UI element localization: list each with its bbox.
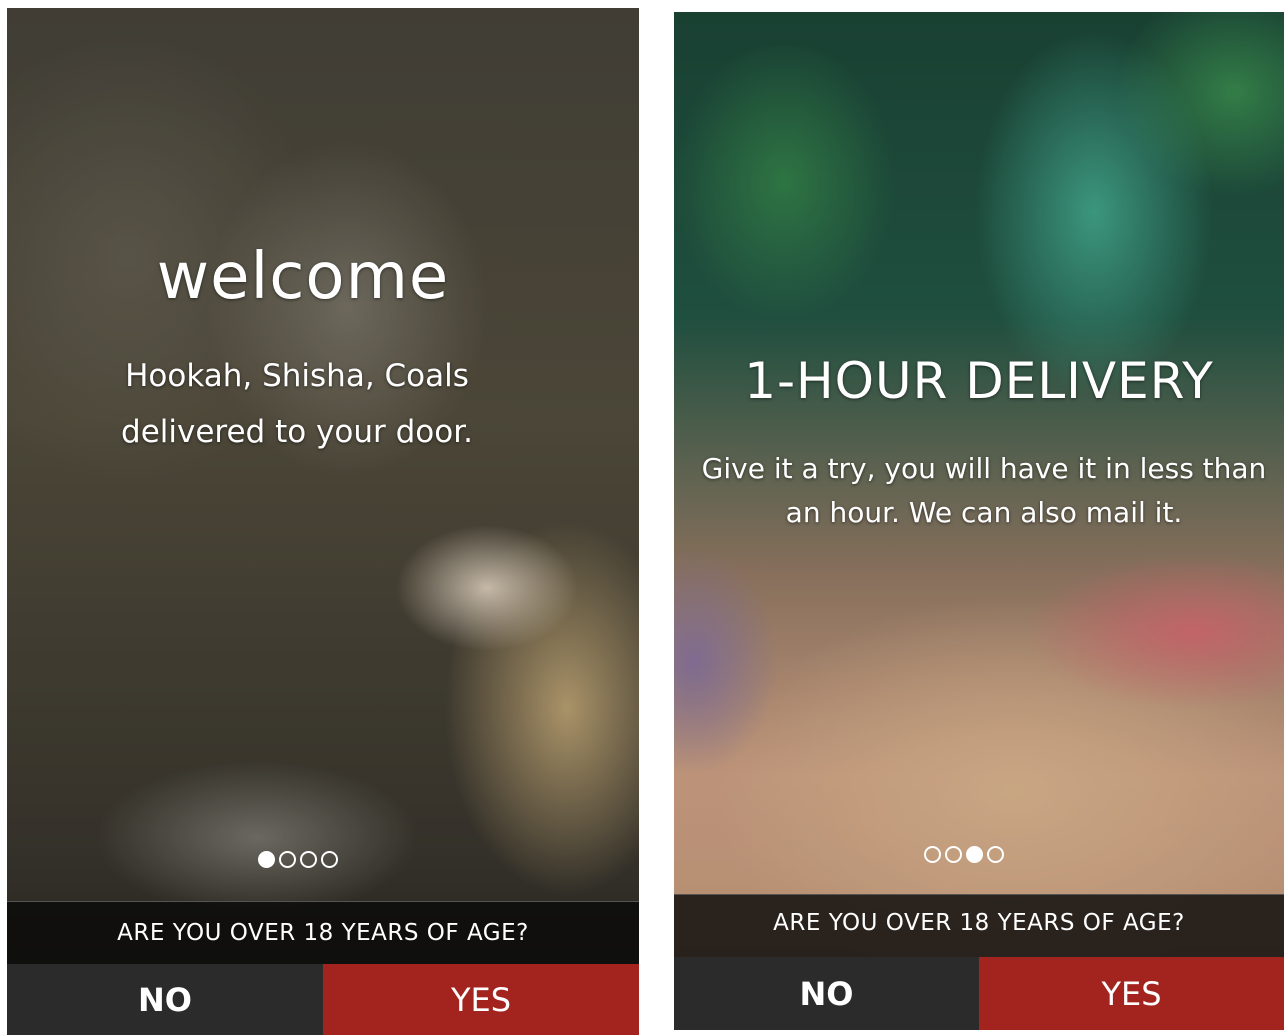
screen-heading: welcome [156,240,450,314]
age-answer-buttons: NO YES [7,964,639,1035]
age-question: ARE YOU OVER 18 YEARS OF AGE? [674,894,1284,958]
page-dot[interactable] [987,846,1004,863]
page-dot[interactable] [279,851,296,868]
page-dot[interactable] [924,846,941,863]
screen-heading: 1-HOUR DELIVERY [744,352,1214,410]
no-button[interactable]: NO [674,957,979,1030]
page-dot[interactable] [321,851,338,868]
age-answer-buttons: NO YES [674,957,1284,1030]
page-dot[interactable] [966,846,983,863]
page-indicator [924,846,1004,863]
age-question: ARE YOU OVER 18 YEARS OF AGE? [7,901,639,965]
page-indicator [258,851,338,868]
no-button[interactable]: NO [7,964,323,1035]
yes-button[interactable]: YES [979,957,1284,1030]
onboarding-screen-welcome[interactable]: welcome Hookah, Shisha, Coals delivered … [7,8,639,1035]
screen-subtitle: Give it a try, you will have it in less … [701,452,1267,529]
page-dot[interactable] [300,851,317,868]
page-dot[interactable] [258,851,275,868]
yes-button[interactable]: YES [323,964,639,1035]
screen-subtitle: Hookah, Shisha, Coals delivered to your … [121,358,473,450]
onboarding-screen-delivery[interactable]: 1-HOUR DELIVERY Give it a try, you will … [674,12,1284,1030]
page-dot[interactable] [945,846,962,863]
